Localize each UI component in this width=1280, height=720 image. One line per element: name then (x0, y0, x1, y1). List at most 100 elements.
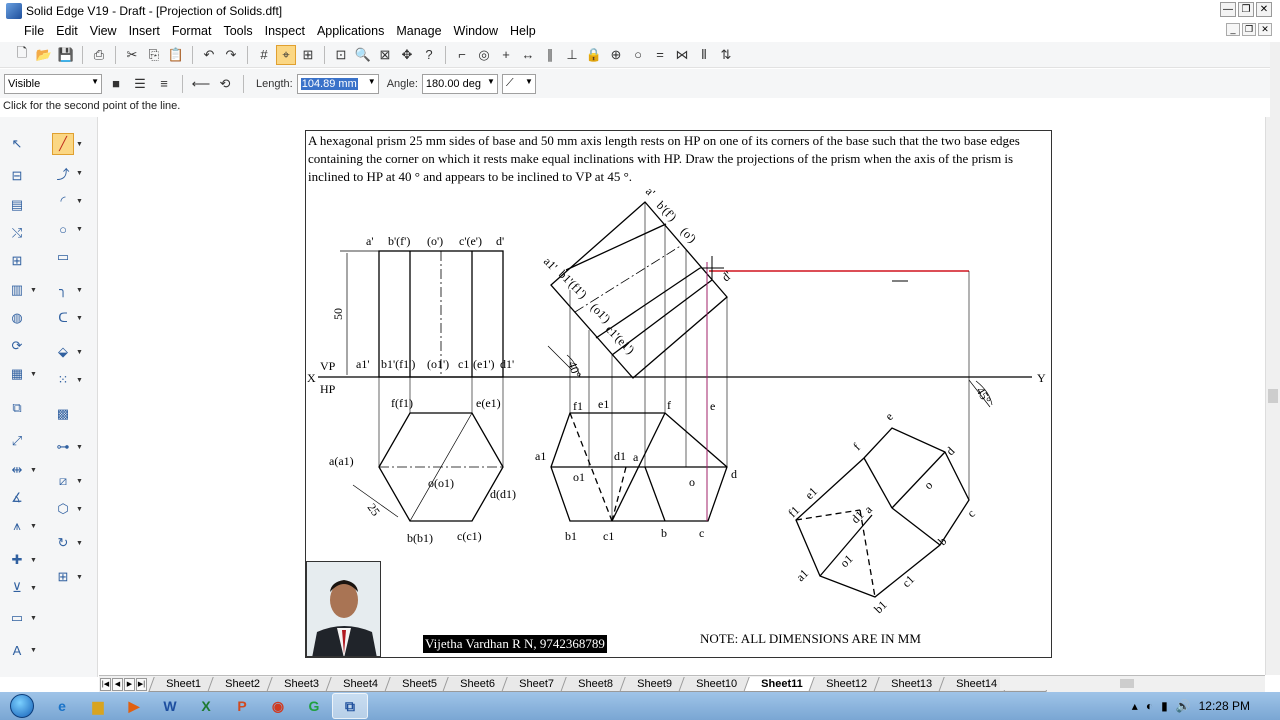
menu-edit[interactable]: Edit (50, 24, 84, 38)
rotate-icon[interactable]: ⧄ (52, 470, 74, 492)
intellisketch-icon[interactable]: ⌖ (276, 44, 296, 65)
hatch-icon[interactable]: ▩ (52, 403, 74, 425)
clock[interactable]: 12:28 PM (1199, 699, 1250, 713)
collinear-icon[interactable]: ↔ (518, 45, 538, 65)
concentric-icon[interactable]: ◎ (474, 45, 494, 65)
new-icon[interactable]: 🗋 (12, 45, 32, 65)
close-button[interactable]: ✕ (1256, 2, 1272, 17)
rectangle-icon[interactable]: ▭ (52, 246, 74, 268)
distance-icon[interactable]: ⇹ (6, 459, 28, 481)
annotation-icon[interactable]: ✚ (6, 549, 28, 571)
vertical-scrollbar[interactable] (1265, 117, 1280, 675)
line-type-icon[interactable]: ☰ (130, 74, 150, 94)
line-width-icon[interactable]: ≡ (154, 74, 174, 94)
rigid-icon[interactable]: ⊕ (606, 45, 626, 65)
equal-icon[interactable]: = (650, 45, 670, 65)
refresh-icon[interactable]: ↻ (52, 532, 74, 554)
select-icon[interactable]: ↖ (6, 133, 28, 155)
offset-icon[interactable]: ᑕ (52, 307, 74, 329)
save-icon[interactable]: 💾 (56, 45, 76, 65)
arrow-up-icon[interactable]: ▴ (1132, 699, 1138, 713)
zoom-icon[interactable]: 🔍 (353, 45, 373, 65)
lock-icon[interactable]: 🔒 (584, 45, 604, 65)
network-icon[interactable]: ▮ (1161, 699, 1168, 713)
doc-restore-button[interactable]: ❐ (1242, 23, 1256, 36)
file-explorer-icon[interactable]: ▆ (80, 693, 116, 719)
word-icon[interactable]: W (152, 693, 188, 719)
menu-tools[interactable]: Tools (217, 24, 258, 38)
length-input[interactable]: 104.89 mm ▼ (296, 73, 379, 94)
dimension-axis-icon[interactable]: ⊶ (52, 436, 74, 458)
text-icon[interactable]: A (6, 639, 28, 661)
relationship-icon[interactable]: ⊞ (298, 45, 318, 65)
tangent-icon[interactable]: ○ (628, 45, 648, 65)
paste-icon[interactable]: 📋 (166, 45, 186, 65)
open-icon[interactable]: 📂 (34, 45, 54, 65)
volume-icon[interactable]: 🔊 (1176, 699, 1191, 713)
projection-line-select[interactable]: ⟋ ▼ (501, 73, 536, 94)
section-view-icon[interactable]: ⊞ (6, 250, 28, 272)
circle-icon[interactable]: ○ (52, 218, 74, 240)
zoom-area-icon[interactable]: ⊡ (331, 45, 351, 65)
smart-dimension-icon[interactable]: ⤢ (6, 430, 28, 452)
internet-explorer-icon[interactable]: e (44, 693, 80, 719)
line-style-select[interactable]: Visible ▼ (4, 73, 102, 94)
pan-icon[interactable]: ✥ (397, 45, 417, 65)
whats-this-icon[interactable]: ? (419, 45, 439, 65)
menu-manage[interactable]: Manage (390, 24, 447, 38)
curve-icon[interactable]: ⤴ (52, 162, 74, 184)
grid-icon[interactable]: # (254, 45, 274, 65)
connect-icon[interactable]: ⌐ (452, 45, 472, 65)
menu-format[interactable]: Format (166, 24, 218, 38)
menu-inspect[interactable]: Inspect (259, 24, 311, 38)
coordinate-icon[interactable]: ⩚ (6, 515, 28, 537)
powerpoint-icon[interactable]: P (224, 693, 260, 719)
solid-edge-taskbar-icon[interactable]: ⧉ (332, 693, 368, 719)
doc-close-button[interactable]: ✕ (1258, 23, 1272, 36)
maximize-button[interactable]: ❐ (1238, 2, 1254, 17)
perpendicular-icon[interactable]: ⊥ (562, 45, 582, 65)
line-color-icon[interactable]: ■ (106, 74, 126, 94)
menu-applications[interactable]: Applications (311, 24, 390, 38)
fillet-icon[interactable]: ╮ (52, 279, 74, 301)
angle-input[interactable]: 180.00 deg ▼ (421, 73, 498, 94)
copy-icon[interactable]: ⎘ (144, 45, 164, 65)
view-wizard-icon[interactable]: ⊟ (6, 165, 28, 187)
symmetric-icon[interactable]: ⋈ (672, 45, 692, 65)
app-tray-icon[interactable]: ◐ (1146, 699, 1153, 713)
menu-file[interactable]: File (0, 24, 50, 38)
menu-insert[interactable]: Insert (123, 24, 166, 38)
menu-help[interactable]: Help (504, 24, 542, 38)
drawing-sheet[interactable] (305, 130, 1052, 658)
cube-icon[interactable]: ⬡ (52, 498, 74, 520)
auxiliary-view-icon[interactable]: ⤭ (6, 222, 28, 244)
horizontal-scrollbar[interactable] (1000, 677, 1265, 690)
angle-dimension-icon[interactable]: ∡ (6, 487, 28, 509)
update-views-icon[interactable]: ⟳ (6, 335, 28, 357)
table-icon[interactable]: ▭ (6, 607, 28, 629)
last-sheet-button[interactable]: ▶| (136, 677, 147, 691)
start-button[interactable] (0, 692, 44, 720)
symmetry-axis-icon[interactable]: ⦀ (694, 45, 714, 65)
line-mode-icon[interactable]: ⟵ (191, 74, 211, 94)
first-sheet-button[interactable]: |◀ (100, 677, 111, 691)
menu-window[interactable]: Window (448, 24, 504, 38)
draft-view-icon[interactable]: ⧉ (6, 397, 28, 419)
fit-icon[interactable]: ⊠ (375, 45, 395, 65)
excel-icon[interactable]: X (188, 693, 224, 719)
broken-view-icon[interactable]: ◍ (6, 307, 28, 329)
cut-icon[interactable]: ✂ (122, 45, 142, 65)
redo-icon[interactable]: ↷ (221, 45, 241, 65)
parallel-icon[interactable]: ∥ (540, 45, 560, 65)
arc-mode-icon[interactable]: ⟲ (215, 74, 235, 94)
parts-list-icon[interactable]: ▦ (6, 363, 28, 385)
doc-minimize-button[interactable]: _ (1226, 23, 1240, 36)
point-icon[interactable]: + (496, 45, 516, 65)
weld-symbol-icon[interactable]: ⊻ (6, 577, 28, 599)
print-icon[interactable]: ⎙ (89, 45, 109, 65)
minimize-button[interactable]: — (1220, 2, 1236, 17)
image-icon[interactable]: ⊞ (52, 566, 74, 588)
line-tool-icon[interactable]: ╱ (52, 133, 74, 155)
next-sheet-button[interactable]: ▶ (124, 677, 135, 691)
menu-view[interactable]: View (84, 24, 123, 38)
